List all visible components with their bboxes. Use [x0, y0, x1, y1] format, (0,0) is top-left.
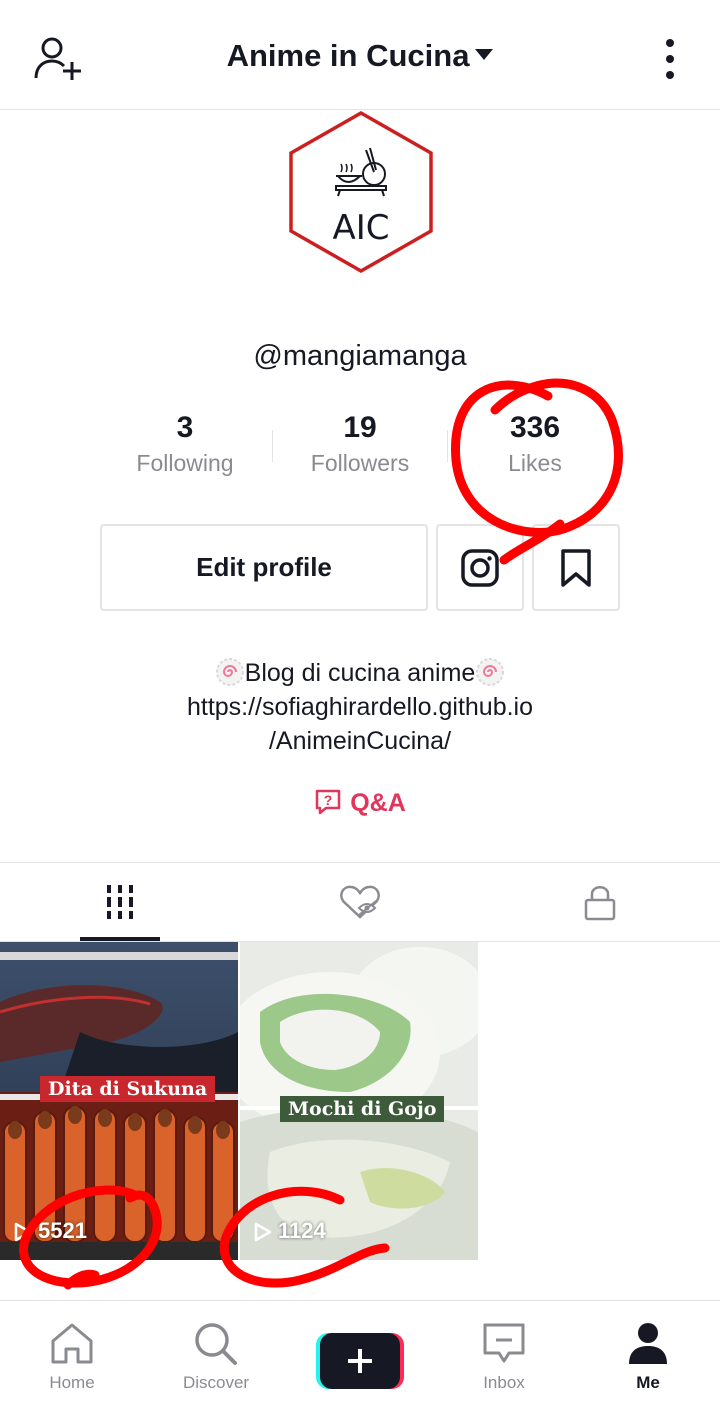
nav-home-label: Home	[49, 1373, 95, 1392]
view-count-value: 1124	[278, 1218, 326, 1243]
lock-icon	[584, 886, 616, 921]
view-count-value: 5521	[38, 1218, 87, 1243]
tab-private[interactable]	[480, 863, 720, 941]
play-icon	[14, 1222, 32, 1242]
nav-me-label: Me	[636, 1373, 660, 1392]
stat-followers[interactable]: 19 Followers	[270, 408, 450, 477]
question-icon: ?	[315, 789, 341, 815]
caret-down-icon	[475, 49, 494, 60]
grid-icon	[107, 885, 133, 919]
view-count: 5521	[14, 1218, 87, 1244]
tab-liked[interactable]	[240, 863, 480, 941]
nav-inbox-label: Inbox	[483, 1373, 525, 1392]
edit-profile-button[interactable]: Edit profile	[100, 524, 428, 611]
tab-videos[interactable]	[0, 863, 240, 941]
video-title: Mochi di Gojo	[280, 1096, 445, 1122]
nav-home[interactable]: Home	[0, 1321, 144, 1393]
bio-line-1: Blog di cucina anime	[244, 659, 476, 687]
bookmark-icon	[561, 548, 591, 587]
followers-count: 19	[343, 411, 377, 444]
avatar-text: AIC	[332, 208, 390, 248]
user-icon	[629, 1323, 667, 1364]
view-count: 1124	[254, 1218, 326, 1244]
inbox-icon	[483, 1323, 525, 1363]
content-tabs	[0, 862, 720, 942]
bio-link[interactable]: https://sofiaghirardello.github.io	[0, 690, 720, 724]
stat-divider	[447, 430, 448, 462]
likes-label: Likes	[508, 450, 562, 476]
bottom-nav: Home Discover Inbox Me	[0, 1300, 720, 1418]
narutomaki-icon	[215, 658, 244, 686]
instagram-button[interactable]	[436, 524, 524, 611]
video-thumbnail[interactable]: Dita di Sukuna 5521	[0, 942, 238, 1260]
create-button[interactable]	[316, 1333, 404, 1389]
nav-inbox[interactable]: Inbox	[432, 1321, 576, 1393]
video-title: Dita di Sukuna	[40, 1076, 216, 1102]
narutomaki-icon	[476, 658, 505, 686]
nav-me[interactable]: Me	[576, 1321, 720, 1393]
nav-discover-label: Discover	[182, 1373, 250, 1392]
search-icon	[195, 1323, 237, 1365]
following-label: Following	[136, 450, 234, 476]
hidden-likes-icon	[340, 885, 380, 919]
stat-divider	[272, 430, 273, 462]
active-tab-indicator	[80, 937, 160, 941]
stat-likes[interactable]: 336 Likes	[445, 408, 625, 477]
avatar[interactable]: AIC	[286, 110, 436, 274]
bio-link-path[interactable]: /AnimeinCucina/	[0, 724, 720, 758]
following-count: 3	[176, 411, 194, 444]
nav-discover[interactable]: Discover	[144, 1321, 288, 1393]
video-thumbnail[interactable]: Mochi di Gojo 1124	[240, 942, 478, 1260]
account-switcher[interactable]: Anime in Cucina	[0, 38, 720, 74]
stat-following[interactable]: 3 Following	[95, 408, 275, 477]
page-title: Anime in Cucina	[226, 38, 470, 73]
username: @mangiamanga	[253, 340, 467, 372]
create-icon	[316, 1333, 404, 1389]
followers-label: Followers	[310, 450, 410, 476]
svg-text:?: ?	[324, 792, 333, 808]
more-options-icon[interactable]	[658, 38, 682, 80]
bio: Blog di cucina anime https://sofiaghirar…	[0, 656, 720, 758]
profile-stats: 3 Following 19 Followers 336 Likes	[0, 408, 720, 488]
favorites-button[interactable]	[532, 524, 620, 611]
instagram-icon	[461, 548, 499, 587]
top-bar: Anime in Cucina	[0, 0, 720, 110]
home-icon	[51, 1323, 93, 1364]
qa-link[interactable]: ? Q&A	[0, 788, 720, 818]
qa-label: Q&A	[350, 789, 406, 817]
likes-count: 336	[509, 411, 561, 444]
play-icon	[254, 1222, 272, 1242]
